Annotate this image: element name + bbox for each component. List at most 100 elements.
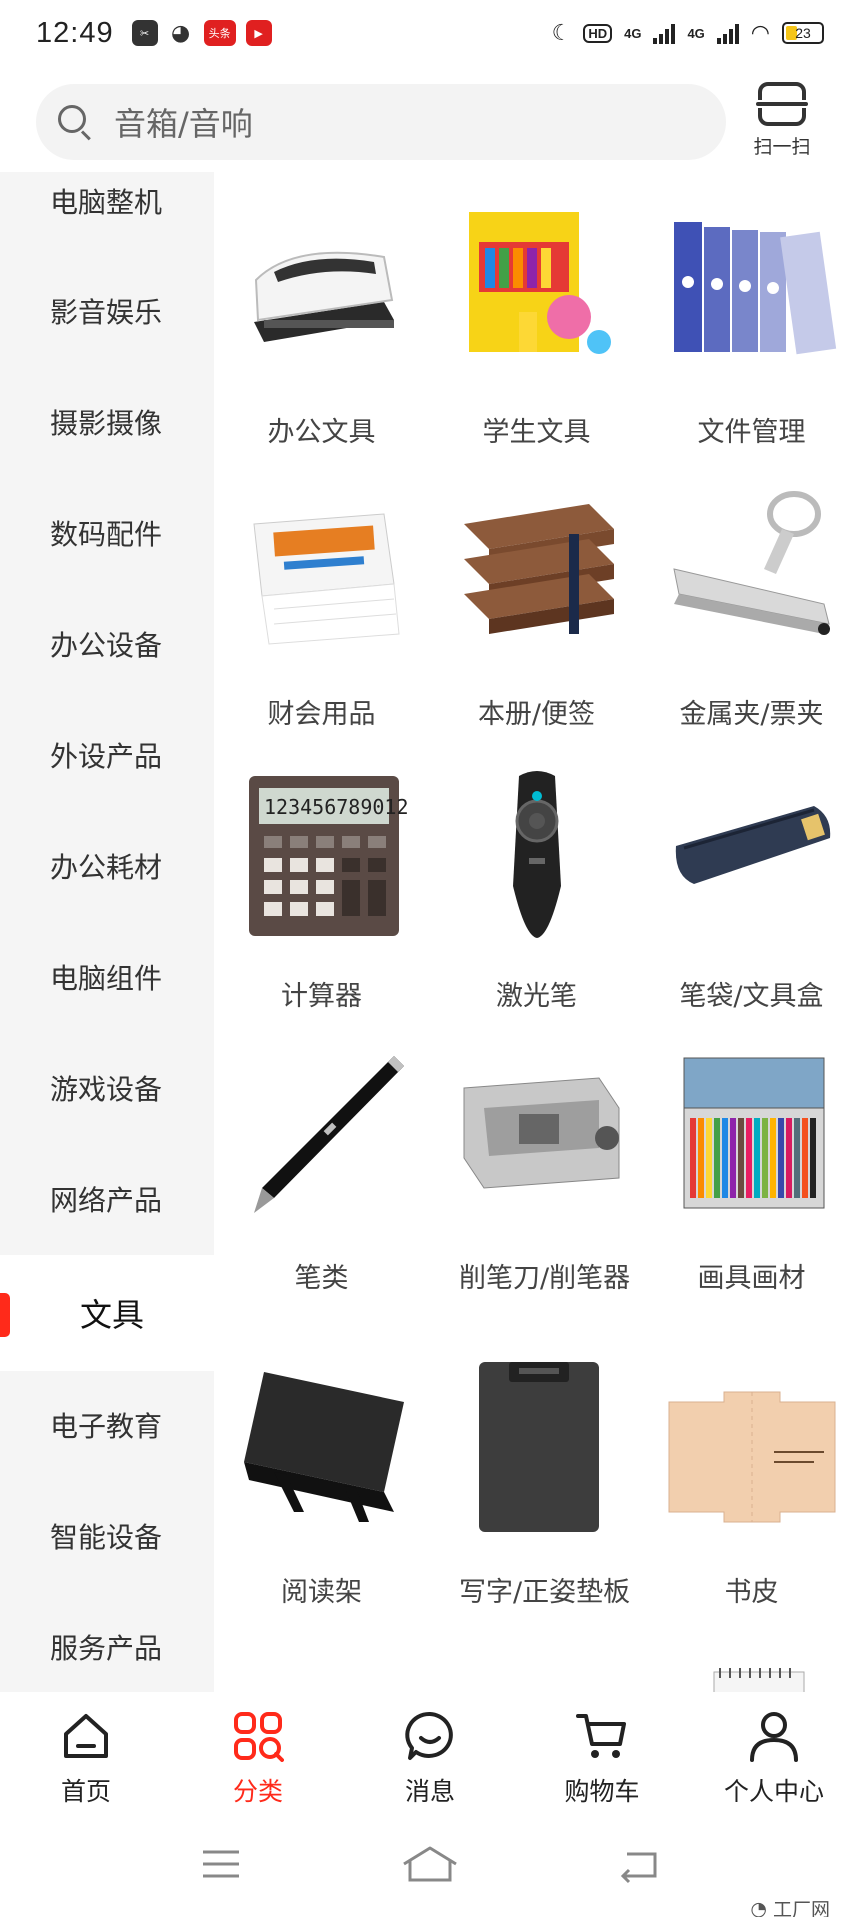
subcategory-grid: 办公文具 学生文具 文件管理 财会用品 本册/便签 金属夹/票夹 1234567: [214, 172, 860, 1692]
network-label-1: 4G: [624, 25, 642, 41]
search-header: 音箱/音响 扫一扫: [0, 78, 860, 178]
news-app-icon: 头条: [203, 20, 236, 46]
bottom-nav: 首页 分类 消息 购物车 个人中心: [0, 1692, 860, 1810]
grid-item-label: 削笔刀/削笔器: [459, 1263, 631, 1294]
nav-profile[interactable]: 个人中心: [688, 1692, 860, 1810]
scan-button[interactable]: 扫一扫: [734, 82, 830, 168]
sidebar-item-label: 办公设备: [50, 629, 163, 662]
sidebar-item-label: 网络产品: [50, 1184, 163, 1217]
grid-item-reading-stand[interactable]: 阅读架: [214, 1362, 429, 1614]
book-cover-icon: [664, 1362, 840, 1538]
grid-item-writing-board[interactable]: 写字/正姿垫板: [429, 1362, 644, 1614]
clip-icon: [664, 484, 840, 660]
grid-item-book-cover[interactable]: 书皮: [644, 1362, 859, 1614]
sidebar-item-av-entertainment[interactable]: 影音娱乐: [0, 256, 214, 366]
pencil-case-icon: [664, 766, 840, 942]
sidebar-item-peripherals[interactable]: 外设产品: [0, 700, 214, 810]
category-sidebar[interactable]: 电脑整机 影音娱乐 摄影摄像 数码配件 办公设备 外设产品 办公耗材 电脑组件 …: [0, 172, 214, 1692]
grid-item-student-stationery[interactable]: 学生文具: [429, 202, 644, 454]
sidebar-item-label: 影音娱乐: [50, 296, 163, 329]
sidebar-item-office-supplies[interactable]: 办公耗材: [0, 811, 214, 921]
network-label-2: 4G: [687, 25, 705, 41]
student-kit-icon: [449, 202, 625, 378]
grid-item-calculator[interactable]: 123456789012 计算器: [214, 766, 429, 1018]
scan-label: 扫一扫: [753, 136, 811, 158]
calculator-icon: 123456789012: [234, 766, 410, 942]
sidebar-item-label: 文具: [80, 1296, 145, 1334]
grid-item-office-stationery[interactable]: 办公文具: [214, 202, 429, 454]
sidebar-item-pc-components[interactable]: 电脑组件: [0, 922, 214, 1032]
sharpener-icon: [449, 1048, 625, 1224]
wifi-icon: ◠: [750, 20, 770, 45]
nav-label: 首页: [60, 1777, 111, 1806]
sidebar-item-computers[interactable]: 电脑整机: [0, 172, 214, 256]
grid-item-label: 财会用品: [267, 699, 376, 730]
clipboard-icon: [449, 1362, 625, 1538]
sidebar-item-e-education[interactable]: 电子教育: [0, 1370, 214, 1480]
status-indicators: ☾ HD 4G 4G ◠ 23: [552, 20, 824, 46]
signal-icon: [653, 22, 676, 44]
watermark-text: 工厂网: [772, 1899, 830, 1917]
nav-home[interactable]: 首页: [0, 1692, 172, 1810]
nav-messages[interactable]: 消息: [344, 1692, 516, 1810]
grid-item-label: 办公文具: [267, 417, 376, 448]
notebooks-icon: [449, 484, 625, 660]
grid-item-partial[interactable]: [644, 1662, 859, 1692]
nav-label: 消息: [404, 1777, 455, 1806]
sidebar-item-label: 电脑组件: [50, 962, 163, 995]
sidebar-item-services[interactable]: 服务产品: [0, 1592, 214, 1692]
sidebar-item-label: 电子教育: [50, 1410, 163, 1443]
grid-item-metal-clips[interactable]: 金属夹/票夹: [644, 484, 859, 736]
sidebar-item-gaming[interactable]: 游戏设备: [0, 1033, 214, 1143]
grid-item-label: 书皮: [724, 1577, 779, 1608]
grid-item-label: 学生文具: [482, 417, 591, 448]
nav-label: 购物车: [564, 1777, 640, 1806]
nav-cart[interactable]: 购物车: [516, 1692, 688, 1810]
sidebar-item-smart-devices[interactable]: 智能设备: [0, 1481, 214, 1591]
search-input[interactable]: 音箱/音响: [36, 84, 726, 160]
back-icon[interactable]: [615, 1844, 663, 1884]
sidebar-item-photography[interactable]: 摄影摄像: [0, 367, 214, 477]
watermark: ◔ 工厂网: [750, 1895, 830, 1917]
wechat-watermark-icon: ◔: [750, 1897, 767, 1917]
notification-icons: ✂ ◕ 头条 ▶: [131, 20, 272, 46]
grid-item-label: 写字/正姿垫板: [459, 1577, 631, 1608]
app-notification-icon: ✂: [131, 20, 158, 46]
grid-item-pencil-case[interactable]: 笔袋/文具盒: [644, 766, 859, 1018]
grid-item-notebooks[interactable]: 本册/便签: [429, 484, 644, 736]
grid-item-label: 笔类: [294, 1263, 349, 1294]
grid-item-pens[interactable]: 笔类: [214, 1048, 429, 1300]
nav-category[interactable]: 分类: [172, 1692, 344, 1810]
category-icon: [232, 1710, 284, 1762]
sidebar-item-office-equipment[interactable]: 办公设备: [0, 589, 214, 699]
stapler-icon: [234, 202, 410, 378]
scan-icon: [754, 82, 810, 126]
receipt-paper-icon: [234, 484, 410, 660]
book-stand-icon: [234, 1362, 410, 1538]
color-pencils-icon: [664, 1048, 840, 1224]
cart-icon: [576, 1710, 628, 1762]
sidebar-item-networking[interactable]: 网络产品: [0, 1144, 214, 1254]
notebook-partial-icon: [664, 1662, 840, 1692]
calculator-display: 123456789012: [264, 795, 409, 819]
home-system-icon[interactable]: [400, 1844, 460, 1884]
sidebar-item-label: 电脑整机: [50, 186, 163, 219]
grid-item-file-management[interactable]: 文件管理: [644, 202, 859, 454]
sidebar-item-label: 数码配件: [50, 518, 163, 551]
grid-item-accounting[interactable]: 财会用品: [214, 484, 429, 736]
sidebar-item-digital-accessories[interactable]: 数码配件: [0, 478, 214, 588]
search-icon: [58, 105, 92, 141]
home-icon: [60, 1710, 112, 1762]
sidebar-item-stationery[interactable]: 文具: [0, 1255, 214, 1371]
sidebar-item-label: 摄影摄像: [50, 407, 163, 440]
grid-item-sharpener[interactable]: 削笔刀/削笔器: [429, 1048, 644, 1300]
user-icon: [748, 1710, 800, 1762]
sidebar-item-label: 游戏设备: [50, 1073, 163, 1106]
grid-item-art-supplies[interactable]: 画具画材: [644, 1048, 859, 1300]
video-app-icon: ▶: [245, 20, 272, 46]
nav-label: 分类: [232, 1777, 283, 1806]
menu-icon[interactable]: [197, 1844, 245, 1884]
battery-level: 23: [795, 25, 811, 41]
grid-item-laser-pointer[interactable]: 激光笔: [429, 766, 644, 1018]
active-indicator: [0, 1293, 10, 1337]
